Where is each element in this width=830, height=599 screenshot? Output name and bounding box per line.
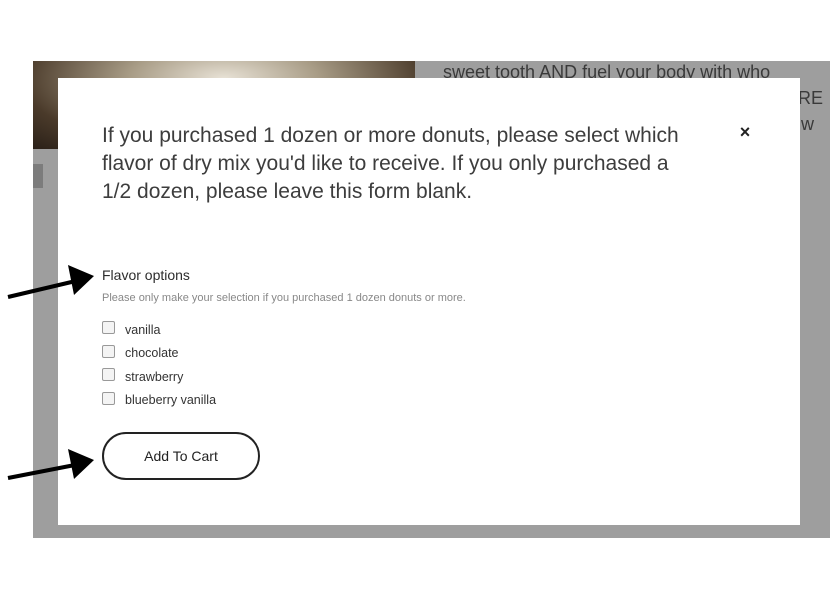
- field-label: Flavor options: [102, 267, 190, 283]
- option-blueberry-vanilla[interactable]: blueberry vanilla: [102, 389, 216, 413]
- option-strawberry[interactable]: strawberry: [102, 365, 216, 389]
- thumbnail-strip: [33, 164, 43, 188]
- option-label: blueberry vanilla: [125, 393, 217, 408]
- modal-title: If you purchased 1 dozen or more donuts,…: [102, 124, 679, 203]
- option-label: strawberry: [125, 369, 184, 384]
- option-vanilla[interactable]: vanilla: [102, 318, 216, 342]
- option-chocolate[interactable]: chocolate: [102, 342, 216, 366]
- option-label: vanilla: [125, 322, 161, 337]
- checkbox-blueberry-vanilla[interactable]: [102, 391, 115, 405]
- checkbox-chocolate[interactable]: [102, 344, 115, 358]
- checkbox-vanilla[interactable]: [102, 321, 115, 335]
- close-icon[interactable]: ×: [737, 122, 753, 142]
- flavor-options-list: vanilla chocolate strawberry blueberry v…: [102, 318, 216, 412]
- flavor-modal: × If you purchased 1 dozen or more donut…: [58, 78, 800, 525]
- add-to-cart-button[interactable]: Add To Cart: [102, 432, 260, 480]
- field-help-text: Please only make your selection if you p…: [102, 292, 466, 304]
- checkbox-strawberry[interactable]: [102, 368, 115, 382]
- option-label: chocolate: [125, 346, 179, 361]
